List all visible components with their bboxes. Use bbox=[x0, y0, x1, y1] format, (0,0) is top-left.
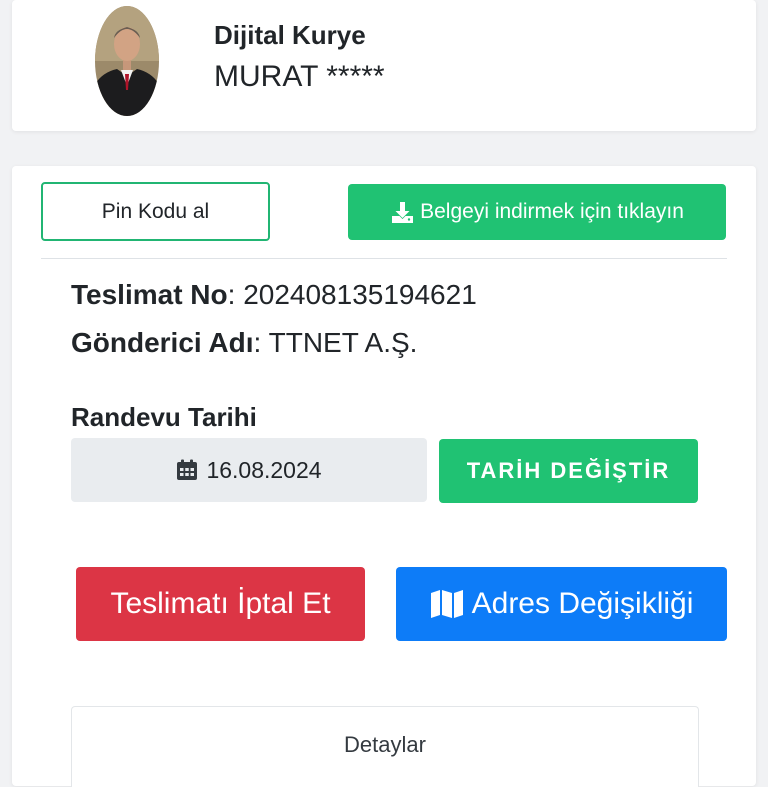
cancel-delivery-label: Teslimatı İptal Et bbox=[110, 587, 331, 620]
calendar-icon bbox=[176, 459, 198, 481]
sender-name-separator: : bbox=[253, 327, 269, 358]
delivery-number-label: Teslimat No bbox=[71, 279, 228, 310]
courier-profile-card: Dijital Kurye MURAT ***** bbox=[12, 0, 756, 131]
sender-name-value: TTNET A.Ş. bbox=[268, 327, 418, 358]
delivery-number-row: Teslimat No: 202408135194621 bbox=[71, 279, 477, 311]
details-label: Detaylar bbox=[344, 732, 426, 757]
download-document-button[interactable]: Belgeyi indirmek için tıklayın bbox=[348, 184, 726, 240]
address-change-label: Adres Değişikliği bbox=[471, 587, 694, 620]
appointment-date-value: 16.08.2024 bbox=[206, 456, 322, 483]
change-date-button[interactable]: TARİH DEĞİŞTİR bbox=[439, 439, 698, 503]
address-change-button[interactable]: Adres Değişikliği bbox=[396, 567, 727, 641]
courier-role-label: Dijital Kurye bbox=[214, 20, 366, 50]
appointment-date-field[interactable]: 16.08.2024 bbox=[71, 438, 427, 502]
cancel-delivery-button[interactable]: Teslimatı İptal Et bbox=[76, 567, 365, 641]
map-icon bbox=[430, 589, 464, 619]
details-panel[interactable]: Detaylar bbox=[71, 706, 699, 787]
courier-avatar bbox=[95, 6, 159, 116]
delivery-card: Pin Kodu al Belgeyi indirmek için tıklay… bbox=[12, 166, 756, 787]
get-pin-code-button[interactable]: Pin Kodu al bbox=[41, 182, 270, 241]
sender-name-row: Gönderici Adı: TTNET A.Ş. bbox=[71, 327, 417, 359]
sender-name-label: Gönderici Adı bbox=[71, 327, 254, 358]
delivery-number-separator: : bbox=[227, 279, 244, 310]
download-icon bbox=[390, 200, 414, 224]
delivery-number-value: 202408135194621 bbox=[243, 279, 477, 310]
courier-name: MURAT ***** bbox=[214, 60, 385, 93]
section-divider bbox=[41, 258, 727, 259]
change-date-label: TARİH DEĞİŞTİR bbox=[466, 458, 671, 483]
download-document-label: Belgeyi indirmek için tıklayın bbox=[420, 200, 684, 223]
get-pin-code-label: Pin Kodu al bbox=[101, 199, 210, 223]
appointment-date-heading: Randevu Tarihi bbox=[71, 402, 257, 432]
